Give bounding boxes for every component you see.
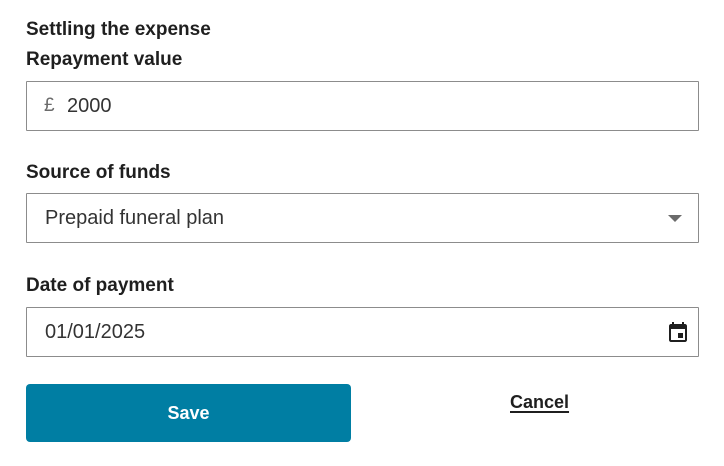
- repayment-value-input[interactable]: £ 2000: [26, 81, 699, 131]
- chevron-down-icon[interactable]: [668, 215, 682, 222]
- save-button[interactable]: Save: [26, 384, 351, 442]
- source-of-funds-select[interactable]: Prepaid funeral plan: [26, 193, 699, 243]
- date-of-payment-label: Date of payment: [26, 275, 174, 296]
- source-of-funds-selected: Prepaid funeral plan: [45, 207, 225, 229]
- section-title: Settling the expense: [26, 19, 211, 40]
- repayment-value-text: 2000: [67, 95, 112, 117]
- currency-symbol: £: [44, 95, 55, 116]
- source-of-funds-label: Source of funds: [26, 162, 171, 183]
- cancel-link[interactable]: Cancel: [510, 391, 569, 413]
- date-of-payment-input[interactable]: 01/01/2025: [26, 307, 699, 357]
- repayment-value-label: Repayment value: [26, 49, 183, 70]
- calendar-icon[interactable]: [666, 320, 690, 344]
- date-of-payment-text: 01/01/2025: [45, 321, 146, 343]
- expense-settlement-form: Settling the expense Repayment value £ 2…: [0, 0, 724, 466]
